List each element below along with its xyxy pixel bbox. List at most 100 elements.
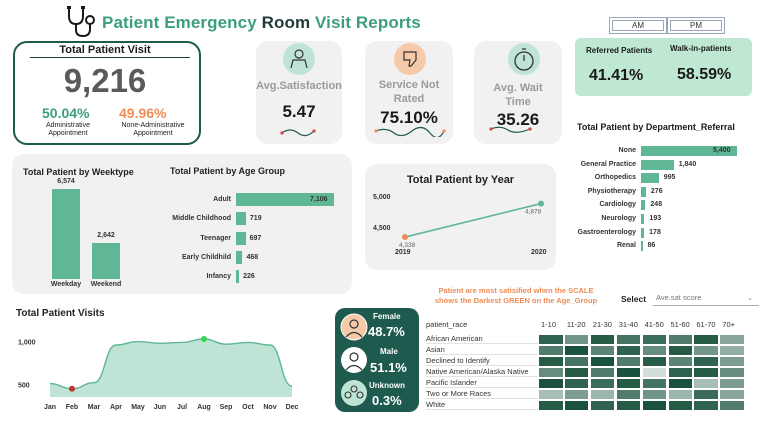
age-group-category: Teenager (200, 234, 231, 242)
heatmap-row-label: White (426, 400, 538, 410)
heatmap-cell (589, 378, 616, 389)
heatmap-cell (589, 334, 616, 345)
department-title: Total Patient by Department_Referral (577, 122, 735, 132)
department-bar (641, 200, 646, 211)
heatmap-cell (693, 334, 719, 345)
year-point (538, 200, 544, 207)
heatmap-cell (719, 389, 745, 400)
heatmap-cell (538, 378, 564, 389)
department-category: Cardiology (599, 201, 636, 209)
department-bar (641, 173, 659, 184)
age-group-category: Adult (213, 196, 231, 203)
page-title: Patient Emergency Room Visit Reports (102, 13, 421, 32)
heatmap-cell (563, 334, 590, 345)
year-chart: 5,000 4,500 4,338 4,878 2019 2020 (373, 194, 547, 256)
department-bar (641, 241, 643, 252)
walkin-value: 58.59% (677, 66, 732, 83)
weektype-category: Weekday (50, 281, 82, 288)
visits-xtick: Aug (197, 404, 211, 411)
year-point (402, 234, 408, 241)
heatmap-cell (667, 367, 693, 378)
department-category: Renal (616, 242, 636, 250)
pm-button[interactable]: PM (667, 17, 725, 34)
heatmap-cell (563, 367, 590, 378)
visits-ytick: 1,000 (18, 340, 36, 347)
heatmap-cell (563, 378, 590, 389)
satisfaction-icon (283, 43, 315, 75)
heatmap-cell (615, 334, 642, 345)
chevron-down-icon: ⌄ (746, 293, 753, 302)
visits-xtick: Sep (220, 404, 233, 411)
year-title: Total Patient by Year (406, 174, 515, 186)
heatmap-cell (719, 367, 745, 378)
select-dropdown[interactable]: Ave.sat score ⌄ (653, 290, 759, 306)
weektype-bar-label: 2,642 (97, 231, 115, 239)
heatmap-cell (538, 334, 564, 345)
department-bar (641, 214, 645, 224)
heatmap-row-label: Pacific Islander (426, 378, 538, 388)
heatmap-cell (719, 345, 745, 356)
stethoscope-icon (67, 6, 95, 38)
heatmap-cell (563, 389, 590, 400)
visits-title: Total Patient Visits (16, 308, 105, 319)
heatmap-note: Patient are most satisified when the SCA… (434, 286, 598, 305)
heatmap-cell (563, 356, 590, 367)
department-bar (641, 227, 645, 238)
age-group-bar-label: 7,106 (310, 196, 328, 203)
age-group-bar-label: 468 (246, 253, 259, 261)
female-label: Female (373, 312, 401, 321)
visits-xtick: Oct (242, 404, 254, 411)
heatmap-row-label: Declined to Identify (426, 356, 538, 366)
visits-xtick: Jun (154, 404, 166, 411)
weektype-bar (92, 242, 120, 279)
age-group-title: Total Patient by Age Group (170, 166, 286, 176)
visits-xtick: May (131, 404, 145, 411)
heatmap-row-label: Native American/Alaska Native (426, 367, 538, 377)
female-icon (340, 313, 368, 341)
department-bar-label: 1,840 (678, 160, 697, 168)
age-group-bar-label: 719 (249, 215, 262, 223)
age-group-bar-label: 697 (249, 234, 262, 242)
year-xtick: 2019 (395, 249, 411, 256)
heatmap-cell (641, 400, 668, 411)
male-label: Male (380, 347, 398, 356)
admin-label: Administrative Appointment (46, 122, 90, 137)
am-button[interactable]: AM (609, 17, 667, 34)
heatmap-cell (693, 356, 719, 367)
department-bar-label: 178 (649, 228, 661, 236)
visits-ytick: 500 (18, 382, 30, 389)
age-group-bar (236, 231, 246, 245)
heatmap-cell (719, 378, 745, 389)
department-bar (641, 159, 674, 170)
heatmap-cell (615, 345, 642, 356)
heatmap-cell (719, 356, 745, 367)
not-rated-label: Service Not Rated (378, 79, 440, 105)
heatmap-cell (693, 389, 719, 400)
age-group-bar (236, 270, 240, 284)
year-ytick: 4,500 (373, 225, 391, 232)
heatmap-cell (641, 367, 668, 378)
referred-label: Referred Patients (586, 46, 653, 55)
heatmap-cell (719, 334, 745, 345)
heatmap-cell (615, 389, 642, 400)
year-xtick: 2020 (531, 249, 547, 256)
walkin-label: Walk-in-patients (670, 44, 732, 53)
visits-xtick: Nov (263, 404, 276, 411)
department-category: Physiotherapy (587, 187, 636, 195)
department-category: Orthopedics (594, 174, 636, 182)
heatmap-cell (641, 356, 668, 367)
age-group-bar-label: 226 (243, 273, 255, 281)
heatmap-cell (667, 389, 693, 400)
total-visit-value: 9,216 (63, 62, 147, 99)
heatmap-cell (641, 378, 668, 389)
heatmap-cell (589, 400, 616, 411)
heatmap-cell (589, 389, 616, 400)
female-value: 48.7% (368, 324, 405, 339)
heatmap-cell (615, 367, 642, 378)
male-icon (341, 347, 367, 373)
heatmap-cell (693, 378, 719, 389)
heatmap-cell (641, 389, 668, 400)
visits-xtick: Feb (66, 404, 78, 411)
visits-xtick: Jan (44, 404, 56, 411)
satisfaction-label: Avg.Satisfaction (256, 80, 342, 92)
